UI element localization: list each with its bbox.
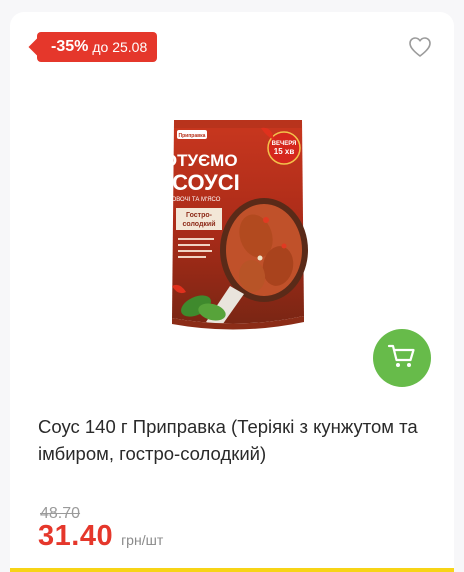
add-to-cart-button[interactable] bbox=[373, 329, 431, 387]
heart-icon[interactable] bbox=[408, 36, 432, 58]
product-image[interactable]: Приправка ГОТУЄМО У СОУСІ ОВОЧІ ТА М'ЯСО… bbox=[152, 116, 310, 338]
price-unit: грн/шт bbox=[121, 532, 164, 548]
discount-percent: -35% bbox=[51, 38, 89, 55]
discount-badge: -35% до 25.08 bbox=[37, 32, 158, 62]
product-title[interactable]: Соус 140 г Приправка (Теріякі з кунжутом… bbox=[38, 413, 438, 467]
current-price: 31.40 bbox=[38, 520, 114, 552]
price-row: 31.40 грн/шт bbox=[38, 520, 163, 553]
package-sticker-2: 15 хв bbox=[274, 147, 295, 156]
package-heading-1: ГОТУЄМО bbox=[166, 151, 238, 170]
package-flavor-1: Гостро- bbox=[186, 212, 213, 219]
bottom-accent-bar bbox=[10, 568, 454, 572]
product-card[interactable]: -35% до 25.08 Приправка ГОТУЄМО bbox=[10, 12, 454, 572]
package-brand: Приправка bbox=[179, 133, 206, 139]
cart-icon bbox=[387, 343, 417, 374]
discount-until: до 25.08 bbox=[92, 39, 148, 55]
package-flavor-2: солодкий bbox=[182, 220, 215, 228]
package-heading-2: У СОУСІ bbox=[166, 170, 240, 195]
package-subheading: ОВОЧІ ТА М'ЯСО bbox=[172, 197, 221, 203]
